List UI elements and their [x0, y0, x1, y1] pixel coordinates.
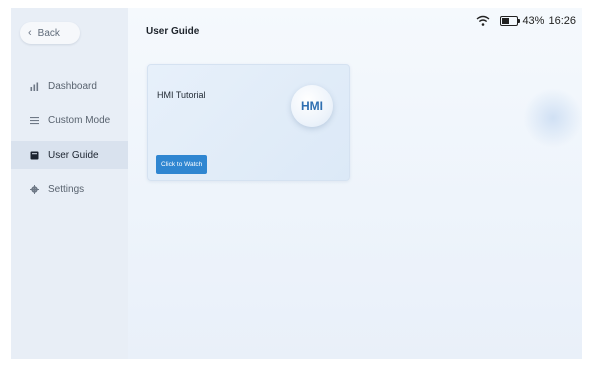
wifi-icon [476, 15, 490, 27]
sidebar-item-dashboard[interactable]: Dashboard [11, 72, 128, 100]
card-title: HMI Tutorial [157, 90, 206, 100]
sidebar: ‹ Back Dashboard Custom Mode User Guide … [11, 8, 128, 359]
sidebar-item-label: User Guide [48, 149, 99, 161]
status-bar: 43% 16:26 [476, 13, 576, 29]
bar-chart-icon [29, 81, 39, 91]
sidebar-item-settings[interactable]: Settings [11, 175, 128, 203]
sidebar-item-user-guide[interactable]: User Guide [11, 141, 128, 169]
battery-icon [500, 16, 521, 26]
chevron-left-icon: ‹ [28, 27, 32, 39]
page-title: User Guide [146, 26, 200, 37]
app-screen: ‹ Back Dashboard Custom Mode User Guide … [11, 8, 582, 359]
back-button-label: Back [37, 27, 60, 39]
tutorial-card[interactable]: HMI Tutorial HMI Click to Watch [147, 64, 350, 181]
background-glow [523, 88, 582, 148]
clock: 16:26 [548, 15, 576, 27]
book-icon [29, 150, 39, 160]
sidebar-item-label: Settings [48, 183, 85, 195]
battery-fill [502, 18, 510, 24]
battery-percent: 43% [522, 15, 545, 27]
sidebar-item-label: Dashboard [48, 80, 97, 92]
click-to-watch-button[interactable]: Click to Watch [156, 155, 208, 174]
sidebar-item-label: Custom Mode [48, 114, 111, 126]
gear-icon [29, 184, 39, 194]
sidebar-item-custom-mode[interactable]: Custom Mode [11, 106, 128, 134]
back-button[interactable]: ‹ Back [20, 22, 80, 44]
list-icon [29, 115, 39, 125]
hmi-logo-icon: HMI [291, 85, 333, 127]
